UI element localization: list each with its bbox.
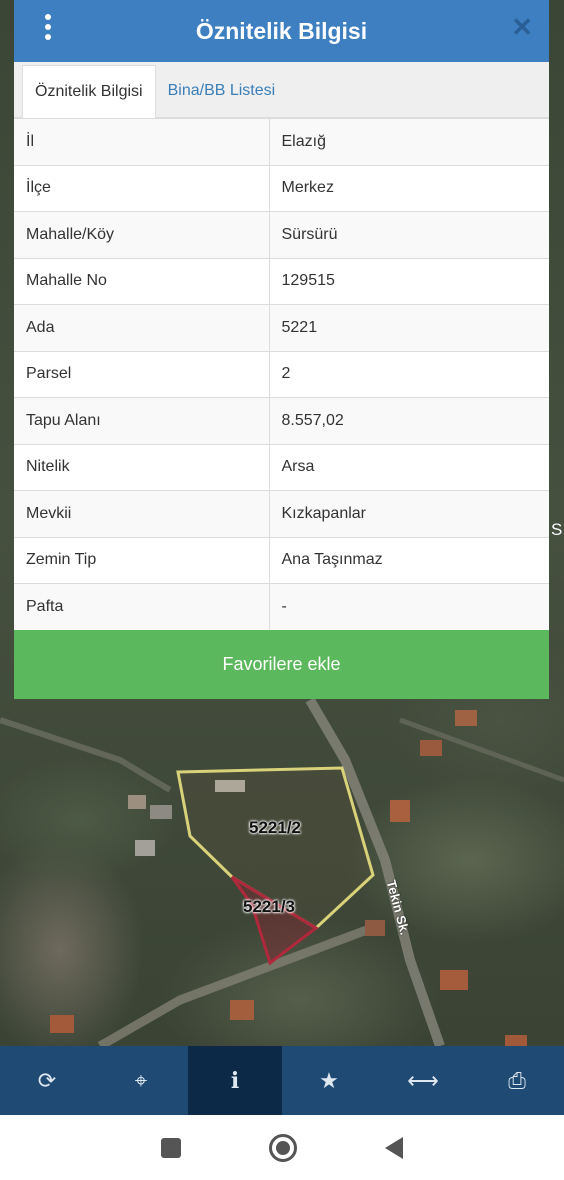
more-menu-icon[interactable]: [40, 14, 56, 42]
row-key: Mahalle/Köy: [14, 211, 270, 258]
info-icon[interactable]: i: [188, 1046, 282, 1115]
row-value: 5221: [269, 304, 549, 351]
row-value: Ana Taşınmaz: [269, 536, 549, 584]
star-icon[interactable]: ★: [282, 1046, 376, 1115]
table-row: Mahalle No 129515: [14, 257, 549, 305]
table-row: Ada 5221: [14, 304, 549, 351]
row-key: Nitelik: [14, 443, 270, 491]
back-icon[interactable]: [385, 1136, 403, 1159]
locate-icon[interactable]: ⌖: [94, 1046, 188, 1115]
row-value: 2: [269, 350, 549, 398]
map-edge-text: S: [551, 520, 563, 539]
close-icon[interactable]: ✕: [511, 14, 533, 40]
row-value: Kızkapanlar: [269, 490, 549, 537]
row-value: Elazığ: [269, 118, 549, 165]
dialog-header: Öznitelik Bilgisi ✕: [14, 0, 549, 62]
row-key: İl: [14, 118, 270, 165]
row-key: Parsel: [14, 350, 270, 398]
table-row: İlçe Merkez: [14, 164, 549, 212]
attribute-dialog: Öznitelik Bilgisi ✕ Öznitelik Bilgisi Bi…: [14, 0, 549, 699]
table-row: Tapu Alanı 8.557,02: [14, 397, 549, 444]
row-key: Ada: [14, 304, 270, 351]
table-row: Zemin Tip Ana Taşınmaz: [14, 536, 549, 584]
attribute-table: İl Elazığ İlçe Merkez Mahalle/Köy Sürsürü M…: [14, 118, 549, 630]
print-icon[interactable]: ⎙: [470, 1046, 564, 1115]
table-row: İl Elazığ: [14, 118, 549, 165]
parcel-label-5221-2: 5221/2: [249, 818, 301, 837]
parcel-label-5221-3: 5221/3: [243, 897, 295, 916]
dialog-title: Öznitelik Bilgisi: [195, 17, 368, 44]
android-navigation-bar: [0, 1115, 564, 1180]
row-value: 129515: [269, 257, 549, 305]
table-row: Parsel 2: [14, 350, 549, 398]
row-key: Mevkii: [14, 490, 270, 537]
row-key: Zemin Tip: [14, 536, 270, 584]
row-value: Sürsürü: [269, 211, 549, 258]
table-row: Mevkii Kızkapanlar: [14, 490, 549, 537]
row-value: -: [269, 583, 549, 630]
measure-icon[interactable]: ⟷: [376, 1046, 470, 1115]
row-value: 8.557,02: [269, 397, 549, 444]
table-row: Nitelik Arsa: [14, 443, 549, 491]
add-to-favorites-button[interactable]: Favorilere ekle: [14, 630, 549, 699]
table-row: Mahalle/Köy Sürsürü: [14, 211, 549, 258]
bottom-toolbar: ⟳ ⌖ i ★ ⟷ ⎙: [0, 1046, 564, 1115]
recent-apps-icon[interactable]: [161, 1137, 181, 1158]
row-key: Tapu Alanı: [14, 397, 270, 444]
row-key: İlçe: [14, 164, 270, 212]
row-key: Mahalle No: [14, 257, 270, 305]
tab-attribute-info[interactable]: Öznitelik Bilgisi: [22, 65, 156, 118]
row-value: Arsa: [269, 443, 549, 491]
row-value: Merkez: [269, 164, 549, 212]
tab-building-list[interactable]: Bina/BB Listesi: [156, 65, 288, 117]
table-row: Pafta -: [14, 583, 549, 630]
row-key: Pafta: [14, 583, 270, 630]
tab-bar: Öznitelik Bilgisi Bina/BB Listesi: [14, 62, 549, 118]
refresh-icon[interactable]: ⟳: [0, 1046, 94, 1115]
home-icon[interactable]: [269, 1133, 297, 1162]
